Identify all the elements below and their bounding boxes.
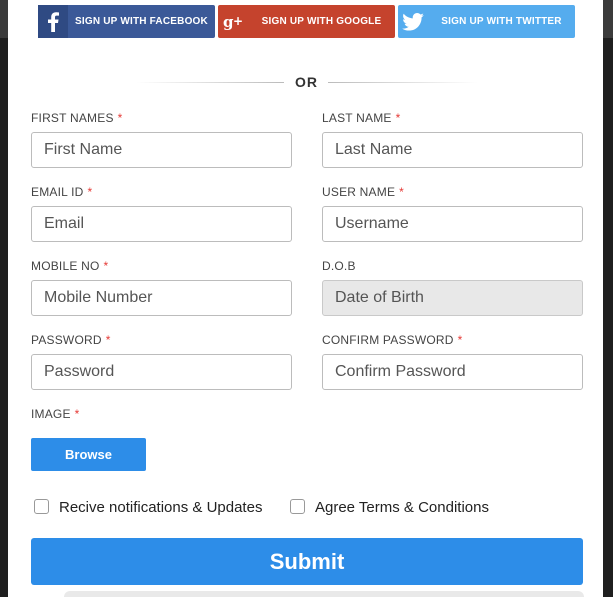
dob-input[interactable] xyxy=(322,280,583,316)
svg-text:+: + xyxy=(233,14,243,28)
email-label: EMAIL ID * xyxy=(31,185,92,199)
required-mark: * xyxy=(395,111,401,125)
google-signup-label: SIGN UP WITH GOOGLE xyxy=(261,16,382,27)
terms-checkbox-label[interactable]: Agree Terms & Conditions xyxy=(315,499,489,516)
first-name-input[interactable] xyxy=(31,132,292,168)
image-label-text: IMAGE xyxy=(31,407,71,421)
confirm-password-input[interactable] xyxy=(322,354,583,390)
mobile-label-text: MOBILE NO xyxy=(31,259,100,273)
last-name-label-text: LAST NAME xyxy=(322,111,392,125)
required-mark: * xyxy=(87,185,93,199)
twitter-signup-button[interactable]: SIGN UP WITH TWITTER xyxy=(398,5,575,38)
or-divider: OR xyxy=(8,72,603,92)
notifications-checkbox[interactable] xyxy=(34,499,49,514)
mobile-input[interactable] xyxy=(31,280,292,316)
last-name-label: LAST NAME * xyxy=(322,111,400,125)
first-name-label: FIRST NAMES * xyxy=(31,111,123,125)
email-input[interactable] xyxy=(31,206,292,242)
twitter-icon xyxy=(398,5,428,38)
required-mark: * xyxy=(117,111,123,125)
dob-label-text: D.O.B xyxy=(322,259,356,273)
email-label-text: EMAIL ID xyxy=(31,185,84,199)
background-overlay-right xyxy=(603,38,613,597)
required-mark: * xyxy=(103,259,109,273)
divider-line-left xyxy=(136,82,284,83)
required-mark: * xyxy=(399,185,405,199)
required-mark: * xyxy=(105,333,111,347)
username-label: USER NAME * xyxy=(322,185,404,199)
password-input[interactable] xyxy=(31,354,292,390)
password-label: PASSWORD * xyxy=(31,333,111,347)
terms-checkbox[interactable] xyxy=(290,499,305,514)
facebook-signup-button[interactable]: SIGN UP WITH FACEBOOK xyxy=(38,5,215,38)
notifications-checkbox-label[interactable]: Recive notifications & Updates xyxy=(59,499,262,516)
divider-line-right xyxy=(328,82,478,83)
confirm-password-label: CONFIRM PASSWORD * xyxy=(322,333,463,347)
username-input[interactable] xyxy=(322,206,583,242)
signup-modal: SIGN UP WITH FACEBOOK g + SIGN UP WITH GO… xyxy=(8,0,603,597)
mobile-label: MOBILE NO * xyxy=(31,259,108,273)
or-text: OR xyxy=(295,74,318,90)
confirm-password-label-text: CONFIRM PASSWORD xyxy=(322,333,454,347)
google-plus-icon: g + xyxy=(218,5,248,38)
submit-button[interactable]: Submit xyxy=(31,538,583,585)
username-label-text: USER NAME xyxy=(322,185,396,199)
browse-button[interactable]: Browse xyxy=(31,438,146,471)
background-card-edge xyxy=(64,591,584,597)
twitter-signup-label: SIGN UP WITH TWITTER xyxy=(441,16,562,27)
image-label: IMAGE * xyxy=(31,407,80,421)
required-mark: * xyxy=(74,407,80,421)
facebook-signup-label: SIGN UP WITH FACEBOOK xyxy=(75,16,208,27)
dob-label: D.O.B xyxy=(322,259,356,273)
password-label-text: PASSWORD xyxy=(31,333,102,347)
facebook-icon xyxy=(38,5,68,38)
required-mark: * xyxy=(457,333,463,347)
first-name-label-text: FIRST NAMES xyxy=(31,111,114,125)
last-name-input[interactable] xyxy=(322,132,583,168)
google-signup-button[interactable]: g + SIGN UP WITH GOOGLE xyxy=(218,5,395,38)
background-overlay-left xyxy=(0,38,8,597)
